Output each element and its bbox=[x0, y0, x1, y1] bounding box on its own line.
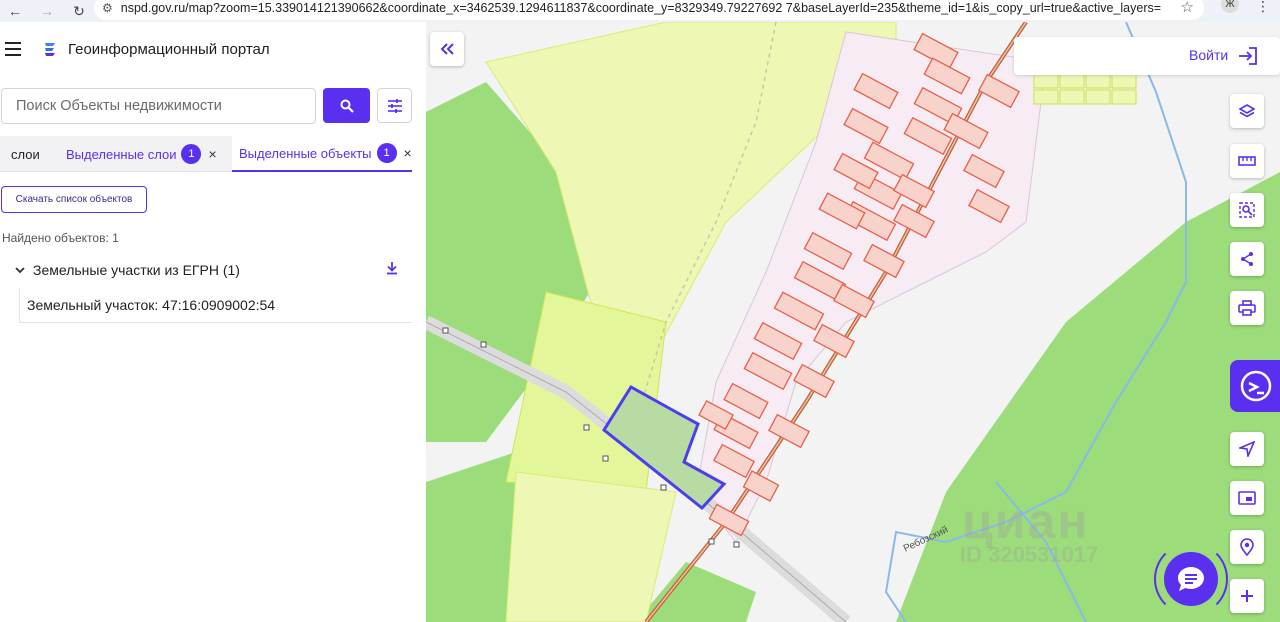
print-icon bbox=[1238, 300, 1256, 316]
search-input[interactable] bbox=[1, 88, 316, 124]
download-icon[interactable] bbox=[385, 261, 399, 275]
portal-title: Геоинформационный портал bbox=[68, 41, 270, 58]
map-base-layer bbox=[426, 22, 1280, 622]
filter-button[interactable] bbox=[377, 88, 412, 123]
count-badge: 1 bbox=[376, 143, 397, 163]
filter-sliders-icon bbox=[387, 98, 402, 113]
navigate-button[interactable] bbox=[1230, 432, 1264, 466]
address-bar[interactable]: ⚙ nspd.gov.ru/map?zoom=15.33901412139066… bbox=[94, 0, 1204, 20]
close-icon[interactable]: × bbox=[404, 145, 412, 161]
close-icon[interactable]: × bbox=[208, 146, 216, 162]
print-button[interactable] bbox=[1230, 291, 1264, 325]
login-panel: Войти bbox=[1014, 37, 1280, 75]
result-group-header[interactable]: Земельные участки из ЕГРН (1) bbox=[15, 260, 405, 280]
area-select-icon bbox=[1239, 202, 1255, 218]
login-icon[interactable] bbox=[1238, 46, 1258, 66]
list-item[interactable]: Земельный участок: 47:16:0909002:54 bbox=[19, 288, 412, 323]
assistant-button[interactable] bbox=[1230, 360, 1280, 412]
ruler-icon bbox=[1238, 156, 1256, 166]
picture-in-picture-icon bbox=[1238, 491, 1256, 505]
browser-toolbar: ← → ↻ ⚙ nspd.gov.ru/map?zoom=15.33901412… bbox=[0, 0, 1280, 22]
share-button[interactable] bbox=[1230, 242, 1264, 276]
layers-icon bbox=[1239, 104, 1255, 118]
search-button[interactable] bbox=[323, 88, 370, 123]
area-select-button[interactable] bbox=[1230, 193, 1264, 227]
tab-layers[interactable]: слои bbox=[11, 136, 40, 172]
zoom-in-button[interactable] bbox=[1230, 579, 1264, 613]
found-count: Найдено объектов: 1 bbox=[2, 231, 119, 245]
zoning-area bbox=[505, 471, 677, 622]
portal-logo-icon bbox=[45, 43, 55, 56]
location-search-button[interactable] bbox=[1230, 530, 1264, 564]
chat-icon bbox=[1178, 567, 1204, 591]
share-icon bbox=[1241, 252, 1253, 266]
sidebar-panel: Геоинформационный портал слои Выделенные… bbox=[0, 22, 426, 622]
kebab-menu-icon[interactable]: ⋮ bbox=[1256, 0, 1270, 15]
star-icon[interactable]: ☆ bbox=[1181, 0, 1194, 16]
tab-label: Выделенные объекты bbox=[239, 145, 372, 161]
layers-button[interactable] bbox=[1230, 94, 1264, 128]
reload-icon[interactable]: ↻ bbox=[70, 3, 88, 20]
measure-button[interactable] bbox=[1230, 144, 1264, 178]
assistant-icon bbox=[1240, 370, 1272, 402]
chat-button[interactable] bbox=[1164, 552, 1218, 606]
watermark-id: ID 320531017 bbox=[960, 542, 1099, 567]
navigate-icon bbox=[1239, 441, 1255, 457]
tabs-bar: слои Выделенные слои 1 × Выделенные объе… bbox=[0, 136, 412, 172]
tab-selected-layers[interactable]: Выделенные слои 1 × bbox=[66, 136, 217, 172]
double-chevron-left-icon bbox=[440, 43, 454, 55]
location-search-icon bbox=[1240, 538, 1254, 556]
search-icon bbox=[340, 99, 354, 113]
count-badge: 1 bbox=[181, 144, 202, 164]
tab-label: Выделенные слои bbox=[66, 146, 177, 162]
tab-selected-objects[interactable]: Выделенные объекты 1 × bbox=[232, 136, 412, 172]
hamburger-icon[interactable] bbox=[5, 42, 21, 56]
download-list-button[interactable]: Скачать список объектов bbox=[1, 186, 147, 213]
result-group-title: Земельные участки из ЕГРН (1) bbox=[33, 262, 240, 278]
login-link[interactable]: Войти bbox=[1189, 47, 1228, 63]
profile-avatar[interactable]: Ж bbox=[1221, 0, 1239, 13]
back-icon[interactable]: ← bbox=[6, 3, 24, 19]
forward-icon[interactable]: → bbox=[38, 3, 56, 19]
collapse-panel-button[interactable] bbox=[430, 32, 464, 66]
site-info-icon[interactable]: ⚙ bbox=[102, 1, 113, 15]
minimap-button[interactable] bbox=[1230, 481, 1264, 515]
chevron-down-icon[interactable] bbox=[15, 266, 27, 274]
map-canvas[interactable]: Ребозский циан ID 320531017 Войти bbox=[426, 22, 1280, 622]
url-text[interactable]: nspd.gov.ru/map?zoom=15.339014121390662&… bbox=[121, 1, 1161, 15]
zoom-in-icon bbox=[1241, 590, 1253, 602]
